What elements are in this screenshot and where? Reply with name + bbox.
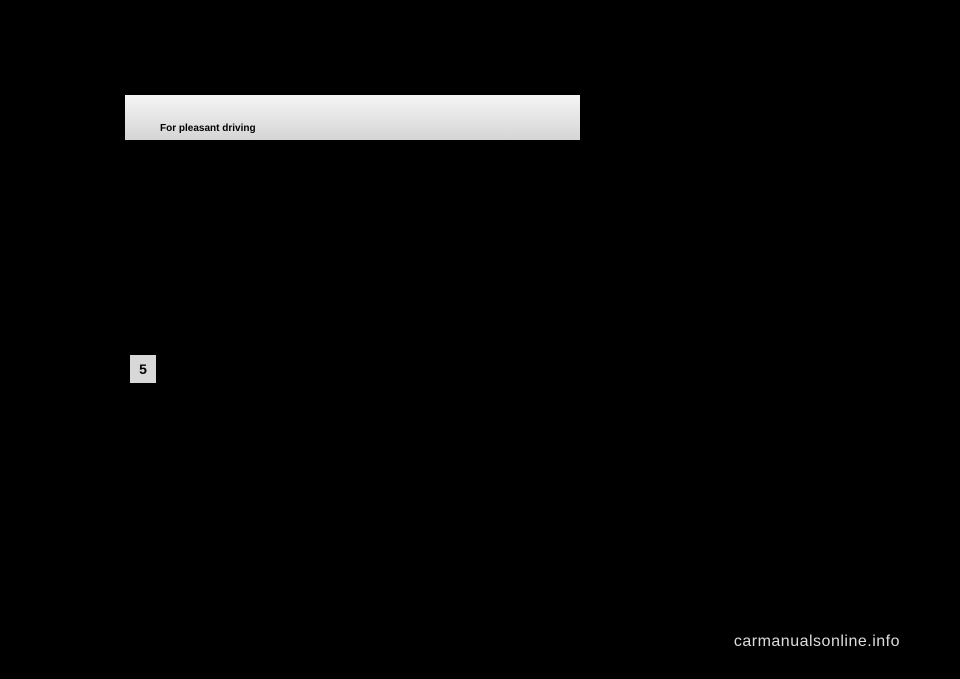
watermark-text: carmanualsonline.info [734, 633, 900, 651]
section-number: 5 [139, 361, 147, 377]
section-tab: 5 [130, 355, 156, 383]
page-header: For pleasant driving [125, 95, 580, 140]
header-title: For pleasant driving [160, 123, 256, 134]
